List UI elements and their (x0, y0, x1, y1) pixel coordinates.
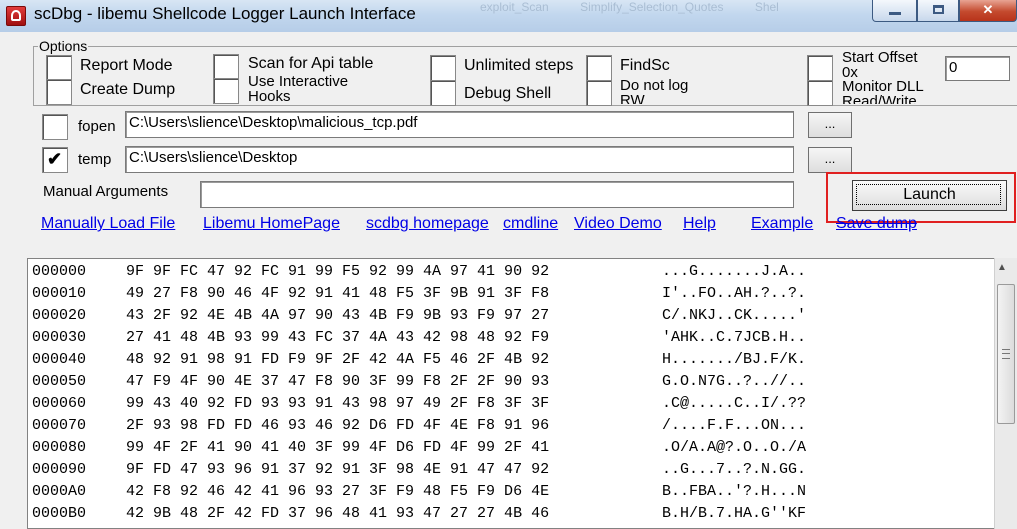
save-dump-link[interactable]: Save dump (836, 215, 917, 233)
interactive-hooks-label: Use Interactive Hooks (248, 74, 349, 104)
background-tab: Simplify_Selection_Quotes (580, 0, 724, 14)
hex-offset: 000000 (32, 263, 87, 280)
video-demo-link[interactable]: Video Demo (574, 215, 662, 233)
hex-offset: 000010 (32, 285, 87, 302)
hex-bytes: 9F FD 47 93 96 91 37 92 91 3F 98 4E 91 4… (126, 461, 550, 478)
debug-shell-checkbox[interactable] (430, 80, 456, 106)
hex-offset: 000040 (32, 351, 87, 368)
manually-load-file-link[interactable]: Manually Load File (41, 215, 175, 233)
scan-api-table-checkbox[interactable] (213, 54, 239, 80)
fopen-browse-button[interactable]: ... (808, 112, 852, 138)
options-legend: Options (38, 38, 89, 54)
minimize-button[interactable] (872, 0, 917, 22)
libemu-homepage-link[interactable]: Libemu HomePage (203, 215, 340, 233)
debug-shell-label: Debug Shell (464, 85, 552, 102)
hex-offset: 000030 (32, 329, 87, 346)
hex-bytes: 2F 93 98 FD FD 46 93 46 92 D6 FD 4F 4E F… (126, 417, 550, 434)
minimize-icon (888, 12, 901, 15)
monitor-dll-checkbox[interactable] (807, 80, 833, 106)
hex-ascii: 'AHK..C.7JCB.H.. (662, 329, 807, 346)
monitor-dll-label: Monitor DLL Read/Write (842, 79, 924, 104)
hex-ascii: ...G.......J.A.. (662, 263, 807, 280)
scroll-up-arrow-icon[interactable]: ▲ (997, 262, 1007, 273)
hex-offset: 000070 (32, 417, 87, 434)
fopen-checkbox[interactable] (42, 114, 68, 140)
interactive-hooks-checkbox[interactable] (213, 78, 239, 104)
title-bar[interactable]: exploit_Scan Simplify_Selection_Quotes S… (0, 0, 1017, 32)
hex-bytes: 48 92 91 98 91 FD F9 9F 2F 42 4A F5 46 2… (126, 351, 550, 368)
create-dump-label: Create Dump (80, 81, 176, 98)
fopen-label: fopen (78, 118, 116, 135)
hex-offset: 000020 (32, 307, 87, 324)
hex-ascii: B..FBA..'?.H...N (662, 483, 807, 500)
background-tab: Shel (754, 0, 779, 14)
start-offset-label: Start Offset 0x (842, 50, 918, 78)
hex-offset: 000090 (32, 461, 87, 478)
hex-bytes: 43 2F 92 4E 4B 4A 97 90 43 4B F9 9B 93 F… (126, 307, 550, 324)
close-icon: ✕ (982, 2, 994, 17)
hex-offset: 0000B0 (32, 505, 87, 522)
scan-api-table-label: Scan for Api table (248, 55, 374, 72)
hex-ascii: H......./BJ.F/K. (662, 351, 807, 368)
checkmark-icon: ✔ (47, 149, 63, 169)
launch-button[interactable]: Launch (852, 180, 1007, 211)
vertical-scrollbar[interactable]: ▲ (994, 258, 1017, 529)
manual-arguments-label: Manual Arguments (43, 183, 169, 200)
background-tabs: exploit_Scan Simplify_Selection_Quotes S… (480, 0, 807, 14)
hex-ascii: /....F.F...ON... (662, 417, 807, 434)
report-mode-checkbox[interactable] (46, 55, 72, 81)
hex-ascii: ..G...7..?.N.GG. (662, 461, 807, 478)
hex-bytes: 42 F8 92 46 42 41 96 93 27 3F F9 48 F5 F… (126, 483, 550, 500)
hex-bytes: 47 F9 4F 90 4E 37 47 F8 90 3F 99 F8 2F 2… (126, 373, 550, 390)
no-log-rw-label: Do not log RW (620, 78, 689, 104)
scdbg-homepage-link[interactable]: scdbg homepage (366, 215, 489, 233)
report-mode-label: Report Mode (80, 57, 173, 74)
temp-path-input[interactable]: C:\Users\slience\Desktop (125, 146, 794, 173)
unlimited-steps-checkbox[interactable] (430, 55, 456, 81)
hex-bytes: 49 27 F8 90 46 4F 92 91 41 48 F5 3F 9B 9… (126, 285, 550, 302)
findsc-label: FindSc (620, 57, 670, 74)
hex-ascii: .O/A.A@?.O..O./A (662, 439, 807, 456)
create-dump-checkbox[interactable] (46, 79, 72, 105)
temp-checkbox[interactable]: ✔ (42, 147, 68, 173)
hex-ascii: C/.NKJ..CK.....' (662, 307, 807, 324)
hex-ascii: G.O.N7G..?..//.. (662, 373, 807, 390)
hex-offset: 000050 (32, 373, 87, 390)
hex-offset: 000080 (32, 439, 87, 456)
hex-ascii: I'..FO..AH.?..?. (662, 285, 807, 302)
hex-bytes: 99 43 40 92 FD 93 93 91 43 98 97 49 2F F… (126, 395, 550, 412)
cmdline-link[interactable]: cmdline (503, 215, 558, 233)
hex-ascii: .C@.....C..I/.?? (662, 395, 807, 412)
hex-offset: 000060 (32, 395, 87, 412)
window-title: scDbg - libemu Shellcode Logger Launch I… (34, 4, 416, 23)
start-offset-checkbox[interactable] (807, 55, 833, 81)
start-offset-input[interactable]: 0 (945, 56, 1010, 81)
temp-browse-button[interactable]: ... (808, 147, 852, 173)
example-link[interactable]: Example (751, 215, 813, 233)
unlimited-steps-label: Unlimited steps (464, 57, 574, 74)
temp-label: temp (78, 151, 112, 168)
maximize-icon (932, 5, 944, 14)
maximize-button[interactable] (917, 0, 959, 22)
fopen-path-input[interactable]: C:\Users\slience\Desktop\malicious_tcp.p… (125, 111, 794, 138)
hex-dump-output[interactable]: 000000 9F 9F FC 47 92 FC 91 99 F5 92 99 4… (27, 258, 1017, 529)
scrollbar-thumb[interactable] (997, 284, 1015, 424)
app-icon[interactable] (6, 6, 26, 26)
hex-bytes: 99 4F 2F 41 90 41 40 3F 99 4F D6 FD 4F 9… (126, 439, 550, 456)
hex-ascii: B.H/B.7.HA.G''KF (662, 505, 807, 522)
hex-bytes: 42 9B 48 2F 42 FD 37 96 48 41 93 47 27 2… (126, 505, 550, 522)
grip-icon (1002, 349, 1010, 359)
hex-offset: 0000A0 (32, 483, 87, 500)
help-link[interactable]: Help (683, 215, 716, 233)
close-button[interactable]: ✕ (959, 0, 1017, 22)
background-tab: exploit_Scan (480, 0, 549, 14)
no-log-rw-checkbox[interactable] (586, 80, 612, 106)
findsc-checkbox[interactable] (586, 55, 612, 81)
manual-arguments-input[interactable] (200, 181, 794, 208)
hex-bytes: 27 41 48 4B 93 99 43 FC 37 4A 43 42 98 4… (126, 329, 550, 346)
hex-bytes: 9F 9F FC 47 92 FC 91 99 F5 92 99 4A 97 4… (126, 263, 550, 280)
